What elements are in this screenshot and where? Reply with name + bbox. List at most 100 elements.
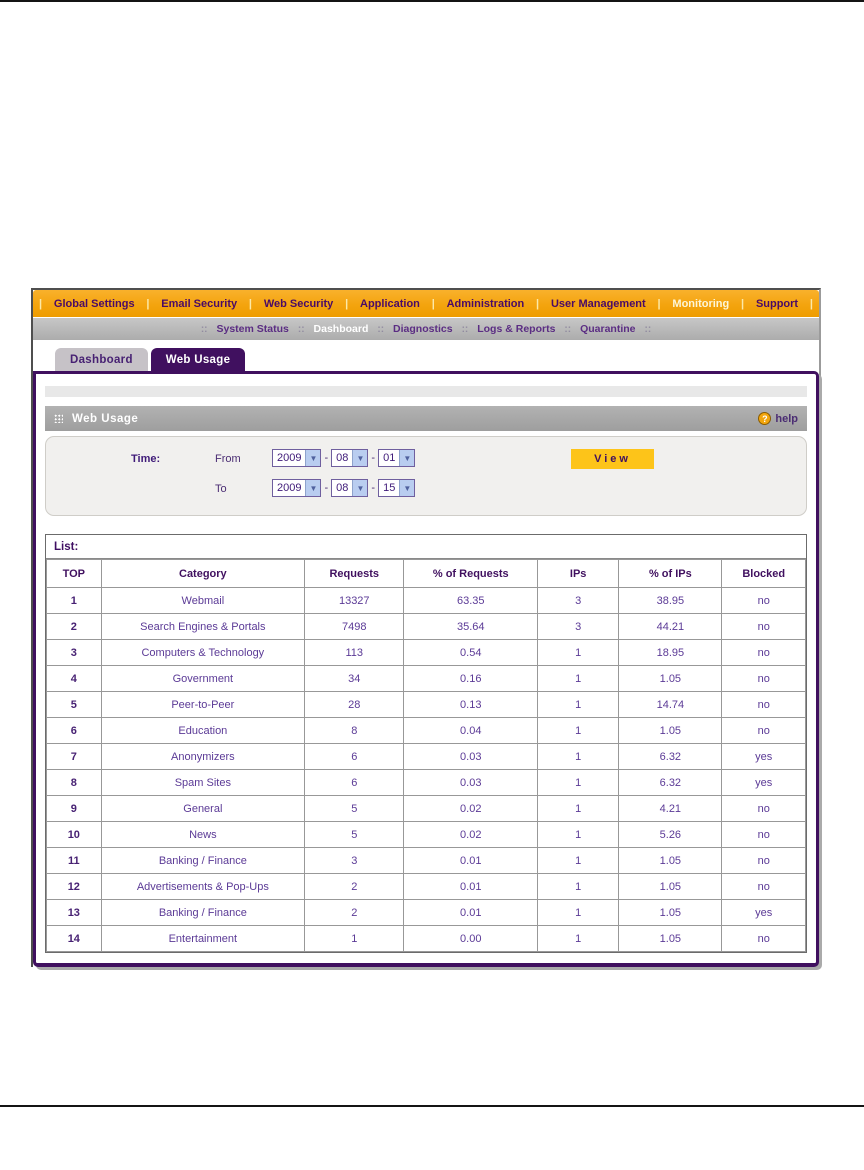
table-cell: Computers & Technology: [100, 639, 306, 666]
sub-nav: :: System Status :: Dashboard :: Diagnos…: [33, 318, 819, 340]
nav-item-global-settings[interactable]: Global Settings: [54, 298, 135, 310]
table-cell: no: [721, 691, 806, 718]
table-row: 9 General 5 0.02 1 4.21 no: [46, 795, 806, 822]
to-day-select[interactable]: 15 ▼: [378, 479, 416, 497]
content-panel: Web Usage ? help Time: From To 2009 ▼ -: [33, 371, 819, 967]
nav-separator: |: [431, 297, 435, 310]
table-cell: no: [721, 925, 806, 952]
table-cell: 1.05: [618, 717, 723, 744]
table-cell: no: [721, 639, 806, 666]
to-month-select[interactable]: 08 ▼: [331, 479, 369, 497]
table-cell: 1: [537, 899, 620, 926]
table-cell: 0.01: [403, 899, 539, 926]
nav-separator: |: [248, 297, 252, 310]
nav-item-administration[interactable]: Administration: [447, 298, 525, 310]
table-row: 13 Banking / Finance 2 0.01 1 1.05 yes: [46, 899, 806, 926]
date-separator: -: [324, 452, 329, 464]
table-cell: 13: [46, 899, 102, 926]
section-header: Web Usage ? help: [45, 406, 807, 431]
table-cell: yes: [721, 769, 806, 796]
table-cell: 1: [537, 769, 620, 796]
table-cell: 3: [537, 613, 620, 640]
date-separator: -: [371, 452, 376, 464]
view-button[interactable]: View: [571, 449, 654, 469]
nav-item-support[interactable]: Support: [756, 298, 798, 310]
from-year-select[interactable]: 2009 ▼: [272, 449, 322, 467]
table-row: 12 Advertisements & Pop-Ups 2 0.01 1 1.05 no: [46, 873, 806, 900]
chevron-down-icon[interactable]: ▼: [399, 450, 415, 466]
help-question-icon[interactable]: ?: [758, 412, 772, 425]
app-window: | Global Settings | Email Security | Web…: [31, 288, 821, 967]
table-cell: 5: [304, 795, 405, 822]
table-row: 4 Government 34 0.16 1 1.05 no: [46, 665, 806, 692]
table-cell: 14: [46, 925, 102, 952]
to-year-select[interactable]: 2009 ▼: [272, 479, 322, 497]
help-link[interactable]: ? help: [758, 412, 798, 425]
nav-separator: |: [146, 297, 150, 310]
nav-separator: |: [345, 297, 349, 310]
table-cell: Advertisements & Pop-Ups: [100, 873, 306, 900]
chevron-down-icon[interactable]: ▼: [305, 450, 321, 466]
table-cell: 5: [46, 691, 102, 718]
table-cell: no: [721, 821, 806, 848]
chevron-down-icon[interactable]: ▼: [399, 480, 415, 496]
table-cell: Webmail: [100, 587, 306, 614]
table-cell: 13327: [304, 587, 405, 614]
from-day-select[interactable]: 01 ▼: [378, 449, 416, 467]
table-cell: no: [721, 665, 806, 692]
section-title: Web Usage: [72, 412, 139, 425]
subnav-separator: ::: [377, 323, 385, 335]
from-day-value: 01: [383, 452, 396, 464]
table-cell: 1: [537, 925, 620, 952]
table-cell: 44.21: [618, 613, 723, 640]
nav-separator: |: [809, 297, 813, 310]
nav-item-monitoring[interactable]: Monitoring: [672, 298, 729, 310]
tab-dashboard[interactable]: Dashboard: [55, 348, 148, 371]
chevron-down-icon[interactable]: ▼: [305, 480, 321, 496]
table-cell: Education: [100, 717, 306, 744]
list-label: List:: [46, 535, 806, 559]
chevron-down-icon[interactable]: ▼: [352, 450, 368, 466]
subnav-item-quarantine[interactable]: Quarantine: [580, 323, 635, 335]
nav-item-email-security[interactable]: Email Security: [161, 298, 237, 310]
table-cell: 1: [537, 847, 620, 874]
table-cell: 1.05: [618, 873, 723, 900]
column-header-blocked: Blocked: [721, 559, 806, 588]
subnav-item-logs-reports[interactable]: Logs & Reports: [477, 323, 555, 335]
nav-separator: |: [39, 297, 43, 310]
subnav-separator: ::: [200, 323, 208, 335]
table-cell: 1: [537, 795, 620, 822]
table-cell: no: [721, 795, 806, 822]
subnav-item-system-status[interactable]: System Status: [216, 323, 288, 335]
to-year-value: 2009: [277, 482, 302, 494]
column-header-pct-ips: % of IPs: [618, 559, 723, 588]
subnav-item-diagnostics[interactable]: Diagnostics: [393, 323, 453, 335]
table-cell: 3: [46, 639, 102, 666]
table-cell: 0.04: [403, 717, 539, 744]
from-month-select[interactable]: 08 ▼: [331, 449, 369, 467]
table-cell: 5.26: [618, 821, 723, 848]
table-cell: 18.95: [618, 639, 723, 666]
tab-web-usage[interactable]: Web Usage: [150, 348, 246, 371]
nav-item-application[interactable]: Application: [360, 298, 420, 310]
nav-item-user-management[interactable]: User Management: [551, 298, 646, 310]
table-cell: 1: [537, 821, 620, 848]
grid-dots-icon: [54, 414, 63, 423]
subnav-item-dashboard[interactable]: Dashboard: [314, 323, 369, 335]
column-header-requests: Requests: [304, 559, 405, 588]
table-cell: 1: [537, 717, 620, 744]
table-cell: yes: [721, 899, 806, 926]
table-row: 7 Anonymizers 6 0.03 1 6.32 yes: [46, 743, 806, 770]
help-label[interactable]: help: [775, 413, 798, 425]
table-row: 6 Education 8 0.04 1 1.05 no: [46, 717, 806, 744]
chevron-down-icon[interactable]: ▼: [352, 480, 368, 496]
table-cell: 6: [46, 717, 102, 744]
page-bottom-rule: [0, 1105, 864, 1107]
nav-item-web-security[interactable]: Web Security: [264, 298, 334, 310]
table-row: 2 Search Engines & Portals 7498 35.64 3 44.21…: [46, 613, 806, 640]
table-cell: 6.32: [618, 769, 723, 796]
table-cell: 4: [46, 665, 102, 692]
table-cell: 0.13: [403, 691, 539, 718]
table-cell: 63.35: [403, 587, 539, 614]
table-cell: 6: [304, 769, 405, 796]
